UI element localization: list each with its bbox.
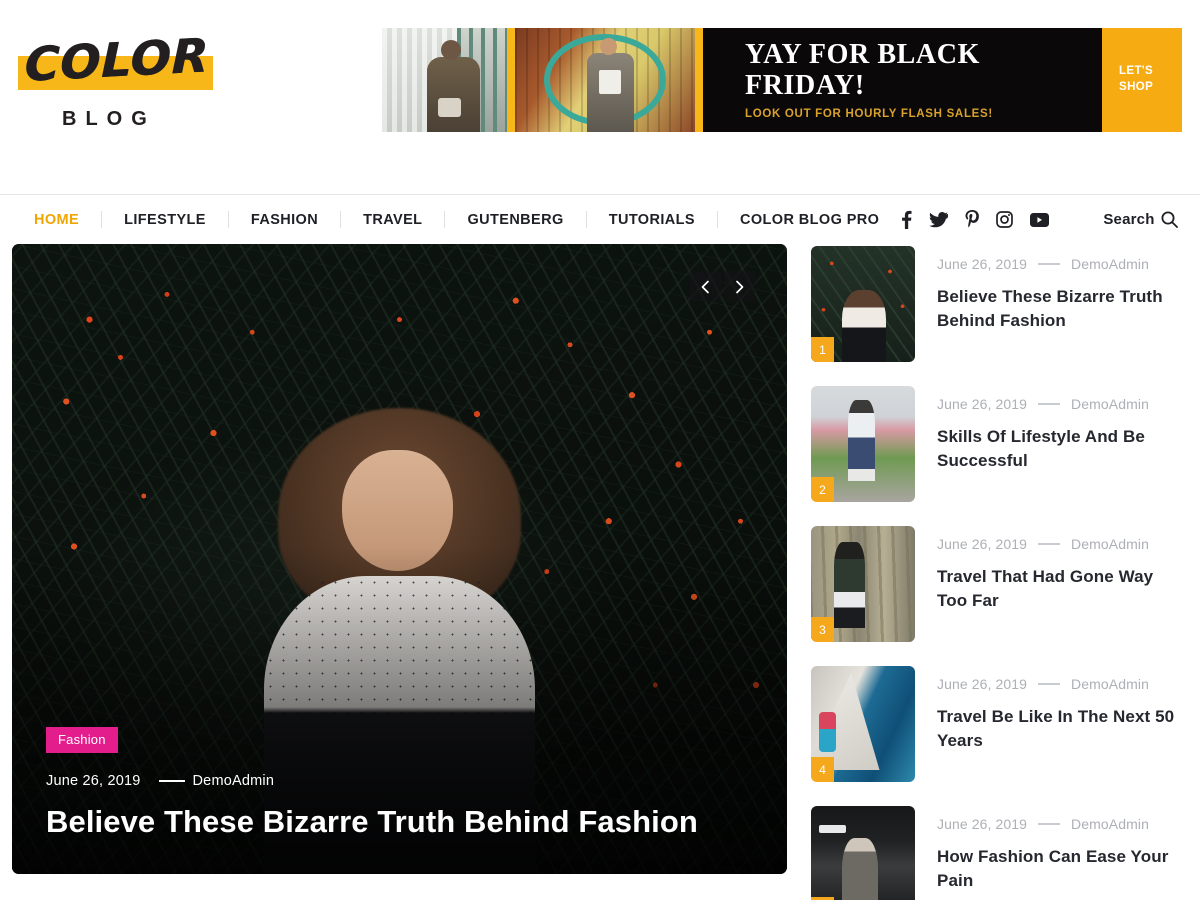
hero-meta: June 26, 2019 DemoAdmin (46, 773, 747, 789)
post-meta: June 26, 2019 DemoAdmin (937, 536, 1186, 552)
logo-primary-text: COLOR (24, 28, 210, 93)
post-meta-dash (1038, 263, 1061, 265)
nav-item-gutenberg[interactable]: GUTENBERG (445, 212, 585, 228)
post-meta-dash (1038, 403, 1061, 405)
post-author[interactable]: DemoAdmin (1071, 676, 1149, 692)
pinterest-icon[interactable] (965, 210, 980, 229)
facebook-icon[interactable] (901, 210, 912, 229)
main-navigation-bar: TRENDING HOT TIPS HOME LIFESTYLE FASHION… (0, 152, 1200, 352)
hero-author[interactable]: DemoAdmin (193, 773, 275, 789)
post-title[interactable]: Believe These Bizarre Truth Behind Fashi… (937, 285, 1186, 333)
post-thumbnail[interactable]: 1 (811, 246, 915, 362)
list-item[interactable]: 4 June 26, 2019 DemoAdmin Travel Be Like… (811, 666, 1186, 782)
search-label: Search (1103, 211, 1155, 228)
site-header: COLOR BLOG YAY FOR BLACK FRIDAY! LOOK OU… (0, 0, 1200, 152)
search-button[interactable]: Search (1103, 211, 1185, 228)
hero-title[interactable]: Believe These Bizarre Truth Behind Fashi… (46, 803, 747, 840)
post-date: June 26, 2019 (937, 396, 1028, 412)
nav-item-tutorials[interactable]: TUTORIALS (587, 212, 717, 228)
promo-divider-2 (695, 28, 703, 132)
popular-posts-list: 1 June 26, 2019 DemoAdmin Believe These … (811, 244, 1186, 900)
post-meta: June 26, 2019 DemoAdmin (937, 256, 1186, 272)
logo-secondary-text: BLOG (62, 108, 156, 130)
hero-category-badge[interactable]: Fashion (46, 726, 118, 753)
post-thumbnail[interactable]: 5 (811, 806, 915, 900)
post-date: June 26, 2019 (937, 256, 1028, 272)
post-title[interactable]: How Fashion Can Ease Your Pain (937, 845, 1186, 893)
post-date: June 26, 2019 (937, 536, 1028, 552)
nav-right-group: Search (901, 210, 1185, 229)
slider-next-button[interactable] (724, 271, 755, 302)
hero-caption: Fashion June 26, 2019 DemoAdmin Believe … (46, 726, 747, 840)
post-rank-badge: 1 (811, 337, 834, 362)
list-item[interactable]: 5 June 26, 2019 DemoAdmin How Fashion Ca… (811, 806, 1186, 900)
post-author[interactable]: DemoAdmin (1071, 256, 1149, 272)
page-content: Fashion June 26, 2019 DemoAdmin Believe … (0, 244, 1200, 900)
slider-controls (690, 271, 755, 302)
nav-item-color-blog-pro[interactable]: COLOR BLOG PRO (718, 212, 901, 228)
post-body: June 26, 2019 DemoAdmin Travel Be Like I… (937, 666, 1186, 782)
social-links (901, 210, 1050, 229)
post-body: June 26, 2019 DemoAdmin Skills Of Lifest… (937, 386, 1186, 502)
promo-photo-right (515, 28, 695, 132)
post-title[interactable]: Skills Of Lifestyle And Be Successful (937, 425, 1186, 473)
post-thumbnail[interactable]: 2 (811, 386, 915, 502)
post-thumbnail[interactable]: 3 (811, 526, 915, 642)
post-author[interactable]: DemoAdmin (1071, 396, 1149, 412)
promo-banner[interactable]: YAY FOR BLACK FRIDAY! LOOK OUT FOR HOURL… (382, 28, 1182, 132)
lets-shop-button[interactable]: LET'S SHOP (1102, 28, 1182, 132)
post-meta-dash (1038, 823, 1061, 825)
nav-item-travel[interactable]: TRAVEL (341, 212, 444, 228)
hero-date: June 26, 2019 (46, 772, 141, 789)
list-item[interactable]: 2 June 26, 2019 DemoAdmin Skills Of Life… (811, 386, 1186, 502)
featured-post-slider[interactable]: Fashion June 26, 2019 DemoAdmin Believe … (12, 244, 787, 874)
post-author[interactable]: DemoAdmin (1071, 816, 1149, 832)
promo-title: YAY FOR BLACK FRIDAY! (745, 38, 980, 101)
post-date: June 26, 2019 (937, 816, 1028, 832)
list-item[interactable]: 3 June 26, 2019 DemoAdmin Travel That Ha… (811, 526, 1186, 642)
post-meta-dash (1038, 683, 1061, 685)
post-body: June 26, 2019 DemoAdmin Believe These Bi… (937, 246, 1186, 362)
post-rank-badge: 2 (811, 477, 834, 502)
post-title[interactable]: Travel Be Like In The Next 50 Years (937, 705, 1186, 753)
twitter-icon[interactable] (929, 211, 949, 228)
promo-text-block: YAY FOR BLACK FRIDAY! LOOK OUT FOR HOURL… (703, 28, 1102, 132)
promo-subtitle: LOOK OUT FOR HOURLY FLASH SALES! (745, 108, 993, 121)
post-author[interactable]: DemoAdmin (1071, 536, 1149, 552)
site-logo[interactable]: COLOR BLOG (0, 0, 380, 152)
nav-row: HOME LIFESTYLE FASHION TRAVEL GUTENBERG … (0, 210, 1200, 229)
nav-top-divider (0, 194, 1200, 195)
search-icon (1161, 211, 1178, 228)
post-title[interactable]: Travel That Had Gone Way Too Far (937, 565, 1186, 613)
nav-item-lifestyle[interactable]: LIFESTYLE (102, 212, 228, 228)
post-thumbnail[interactable]: 4 (811, 666, 915, 782)
post-meta-dash (1038, 543, 1061, 545)
post-meta: June 26, 2019 DemoAdmin (937, 396, 1186, 412)
lets-shop-line1: LET'S (1119, 65, 1154, 78)
hero-meta-dash (158, 780, 185, 782)
lets-shop-line2: SHOP (1119, 81, 1154, 93)
youtube-icon[interactable] (1030, 212, 1050, 227)
slider-prev-button[interactable] (690, 271, 721, 302)
post-body: June 26, 2019 DemoAdmin How Fashion Can … (937, 806, 1186, 900)
post-rank-badge: 3 (811, 617, 834, 642)
post-meta: June 26, 2019 DemoAdmin (937, 676, 1186, 692)
promo-photo-left (382, 28, 507, 132)
post-rank-badge: 4 (811, 757, 834, 782)
post-meta: June 26, 2019 DemoAdmin (937, 816, 1186, 832)
nav-item-home[interactable]: HOME (12, 212, 101, 228)
nav-item-fashion[interactable]: FASHION (229, 212, 340, 228)
list-item[interactable]: 1 June 26, 2019 DemoAdmin Believe These … (811, 246, 1186, 362)
instagram-icon[interactable] (996, 211, 1014, 228)
nav-menu: HOME LIFESTYLE FASHION TRAVEL GUTENBERG … (12, 211, 901, 228)
post-body: June 26, 2019 DemoAdmin Travel That Had … (937, 526, 1186, 642)
chevron-right-icon (736, 280, 744, 293)
post-date: June 26, 2019 (937, 676, 1028, 692)
promo-divider-1 (507, 28, 515, 132)
chevron-left-icon (701, 280, 709, 293)
